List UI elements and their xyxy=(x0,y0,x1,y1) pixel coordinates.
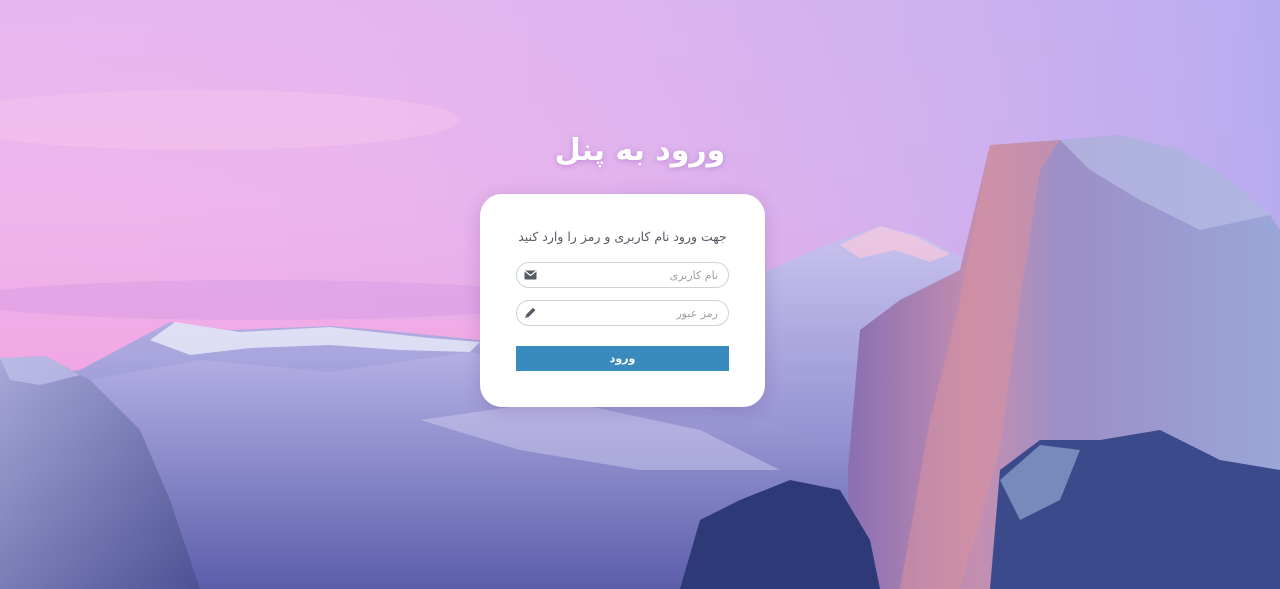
page-title: ورود به پنل xyxy=(554,133,726,168)
pencil-icon xyxy=(525,307,536,318)
envelope-icon xyxy=(524,270,537,280)
username-input[interactable] xyxy=(543,263,718,287)
login-button[interactable]: ورود xyxy=(516,346,729,371)
password-input[interactable] xyxy=(543,301,718,325)
login-instructions: جهت ورود نام کاربری و رمز را وارد کنید xyxy=(518,229,727,244)
password-field xyxy=(516,300,729,326)
username-field xyxy=(516,262,729,288)
login-card: جهت ورود نام کاربری و رمز را وارد کنید و… xyxy=(480,194,765,407)
